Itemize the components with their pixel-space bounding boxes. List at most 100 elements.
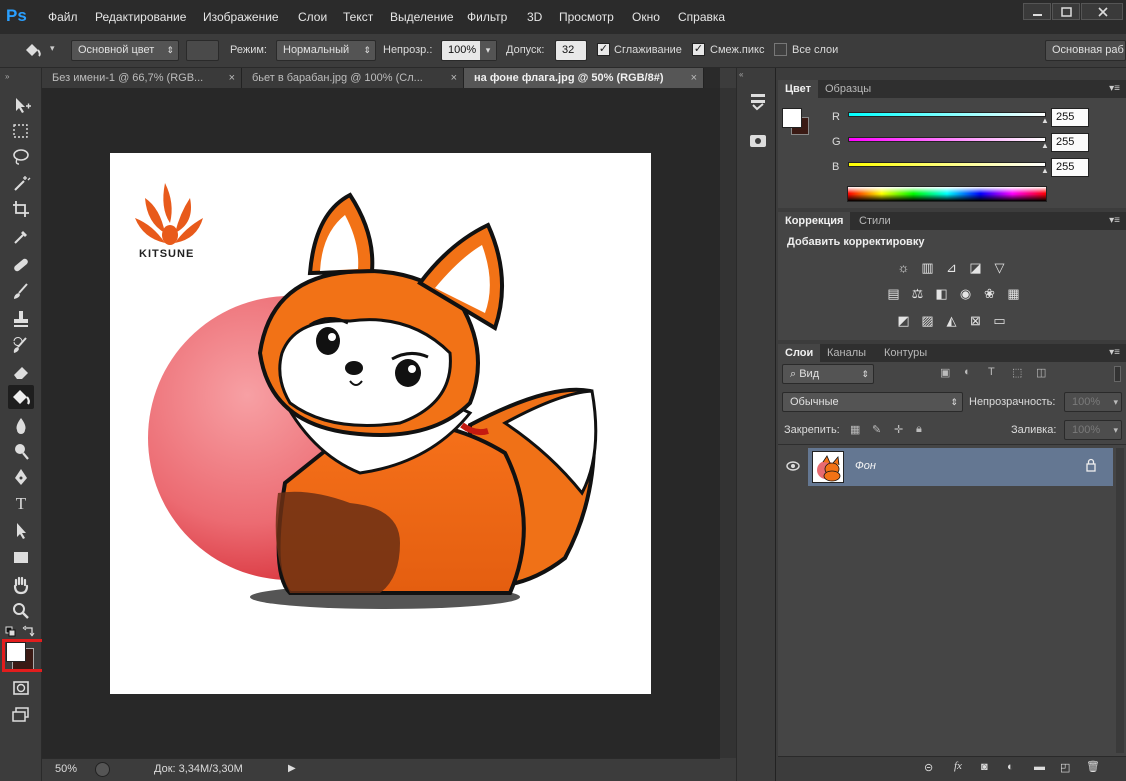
menu-layers[interactable]: Слои <box>298 10 327 24</box>
chevron-down-icon[interactable]: ▾ <box>50 43 55 54</box>
hand-icon[interactable] <box>9 574 33 596</box>
eraser-icon[interactable] <box>9 360 33 382</box>
layer-opacity-input[interactable]: 100% ▾ <box>1064 392 1122 412</box>
document-canvas[interactable]: KITSUNE <box>110 153 651 694</box>
blur-icon[interactable] <box>9 414 33 436</box>
menu-help[interactable]: Справка <box>678 10 725 24</box>
maximize-icon[interactable] <box>1052 3 1080 20</box>
slider-handle-icon[interactable]: ▲ <box>1041 166 1049 175</box>
fx-icon[interactable]: fx <box>954 760 962 772</box>
play-arrow-icon[interactable]: ▶ <box>288 763 296 774</box>
canvas-area[interactable]: KITSUNE <box>42 88 720 758</box>
fill-source-select[interactable]: Основной цвет ⇕ <box>71 40 179 61</box>
marquee-icon[interactable] <box>9 120 33 142</box>
chevron-down-icon[interactable]: ▾ <box>480 41 496 60</box>
add-mask-icon[interactable]: ◙ <box>981 761 988 773</box>
zoom-icon[interactable] <box>9 600 33 622</box>
minimize-icon[interactable] <box>1023 3 1051 20</box>
channel-r-value[interactable]: 255 <box>1051 108 1089 127</box>
close-icon[interactable]: × <box>691 68 697 88</box>
exposure-icon[interactable]: ◪ <box>967 260 984 275</box>
filter-toggle[interactable] <box>1114 366 1121 382</box>
menu-image[interactable]: Изображение <box>203 10 279 24</box>
filter-type-icon[interactable]: T <box>988 366 995 378</box>
tab-channels[interactable]: Каналы <box>820 344 873 362</box>
close-icon[interactable]: × <box>229 68 235 88</box>
filter-smart-object-icon[interactable]: ◫ <box>1036 366 1046 379</box>
brush-icon[interactable] <box>9 280 33 302</box>
selective-color-icon[interactable]: ⊠ <box>967 313 984 328</box>
trash-icon[interactable]: 🗑︎ <box>1086 760 1100 773</box>
path-select-icon[interactable] <box>9 520 33 542</box>
tab-flag-background[interactable]: на фоне флага.jpg @ 50% (RGB/8#) × <box>464 68 704 88</box>
lock-pixels-icon[interactable]: ✎ <box>872 423 881 436</box>
swap-colors-icon[interactable] <box>22 625 36 637</box>
vertical-scrollbar[interactable] <box>720 88 736 758</box>
channel-g-slider[interactable] <box>848 137 1046 142</box>
blend-mode-select[interactable]: Обычные ⇕ <box>782 392 963 412</box>
healing-icon[interactable] <box>9 254 33 276</box>
color-spectrum[interactable] <box>847 186 1047 202</box>
contiguous-checkbox[interactable]: ✓ <box>692 43 705 56</box>
layer-row[interactable]: Фон <box>808 448 1113 486</box>
crop-icon[interactable] <box>9 198 33 220</box>
slider-handle-icon[interactable]: ▲ <box>1041 116 1049 125</box>
visibility-cell[interactable] <box>778 448 808 486</box>
tab-color[interactable]: Цвет <box>778 80 819 98</box>
dodge-icon[interactable] <box>9 440 33 462</box>
close-icon[interactable] <box>1081 3 1123 20</box>
photo-filter-icon[interactable]: ◉ <box>957 286 974 301</box>
menu-window[interactable]: Окно <box>632 10 660 24</box>
tab-styles[interactable]: Стили <box>852 212 898 230</box>
tab-swatches[interactable]: Образцы <box>818 80 878 98</box>
tab-paths[interactable]: Контуры <box>877 344 934 362</box>
threshold-icon[interactable]: ◭ <box>943 313 960 328</box>
levels-icon[interactable]: ▥ <box>919 260 936 275</box>
menu-select[interactable]: Выделение <box>390 10 454 24</box>
fill-input[interactable]: 100% ▾ <box>1064 420 1122 440</box>
workspace-switcher[interactable]: Основная раб <box>1045 40 1126 61</box>
menu-type[interactable]: Текст <box>343 10 373 24</box>
lock-position-icon[interactable]: ✛ <box>894 423 903 436</box>
opacity-input[interactable]: 100% ▾ <box>441 40 497 61</box>
filter-shape-icon[interactable]: ⬚ <box>1012 366 1022 379</box>
paint-bucket-preset-icon[interactable] <box>22 40 44 60</box>
chevron-down-icon[interactable]: ▾ <box>1113 421 1118 439</box>
tab-layers[interactable]: Слои <box>778 344 821 362</box>
layer-name[interactable]: Фон <box>855 460 876 472</box>
properties-panel-icon[interactable] <box>747 130 769 152</box>
panel-menu-icon[interactable]: ▾≡ <box>1109 347 1120 358</box>
new-group-icon[interactable]: ▬ <box>1034 761 1045 773</box>
color-balance-icon[interactable]: ⚖ <box>909 286 926 301</box>
color-lookup-icon[interactable]: ▦ <box>1005 286 1022 301</box>
paint-bucket-icon[interactable] <box>8 385 34 409</box>
tab-adjustments[interactable]: Коррекция <box>778 212 851 230</box>
filter-adjustment-icon[interactable]: ◐ <box>964 366 971 378</box>
slider-handle-icon[interactable]: ▲ <box>1041 141 1049 150</box>
pen-icon[interactable] <box>9 466 33 488</box>
channel-b-slider[interactable] <box>848 162 1046 167</box>
panel-menu-icon[interactable]: ▾≡ <box>1109 215 1120 226</box>
tab-untitled[interactable]: Без имени-1 @ 66,7% (RGB... × <box>42 68 242 88</box>
lock-transparency-icon[interactable]: ▦ <box>850 423 860 436</box>
zoom-level[interactable]: 50% <box>55 763 77 775</box>
layer-filter-select[interactable]: ⌕ Вид ⇕ <box>782 364 874 384</box>
foreground-swatch[interactable] <box>782 108 802 128</box>
layers-scrollbar[interactable] <box>1116 448 1124 753</box>
invert-icon[interactable]: ◩ <box>895 313 912 328</box>
vibrance-icon[interactable]: ▽ <box>991 260 1008 275</box>
filter-image-icon[interactable]: ▣ <box>940 366 950 379</box>
pattern-picker[interactable] <box>186 40 219 61</box>
posterize-icon[interactable]: ▨ <box>919 313 936 328</box>
curves-icon[interactable]: ⊿ <box>943 260 960 275</box>
stamp-icon[interactable] <box>9 308 33 330</box>
channel-r-slider[interactable] <box>848 112 1046 117</box>
screen-mode-icon[interactable] <box>9 704 33 726</box>
menu-view[interactable]: Просмотр <box>559 10 614 24</box>
new-adjustment-icon[interactable]: ◐ <box>1007 761 1014 773</box>
panel-menu-icon[interactable]: ▾≡ <box>1109 83 1120 94</box>
tolerance-input[interactable]: 32 <box>555 40 587 61</box>
tab-drum[interactable]: бьет в барабан.jpg @ 100% (Сл... × <box>242 68 464 88</box>
history-panel-icon[interactable] <box>747 91 769 113</box>
antialias-checkbox[interactable]: ✓ <box>597 43 610 56</box>
